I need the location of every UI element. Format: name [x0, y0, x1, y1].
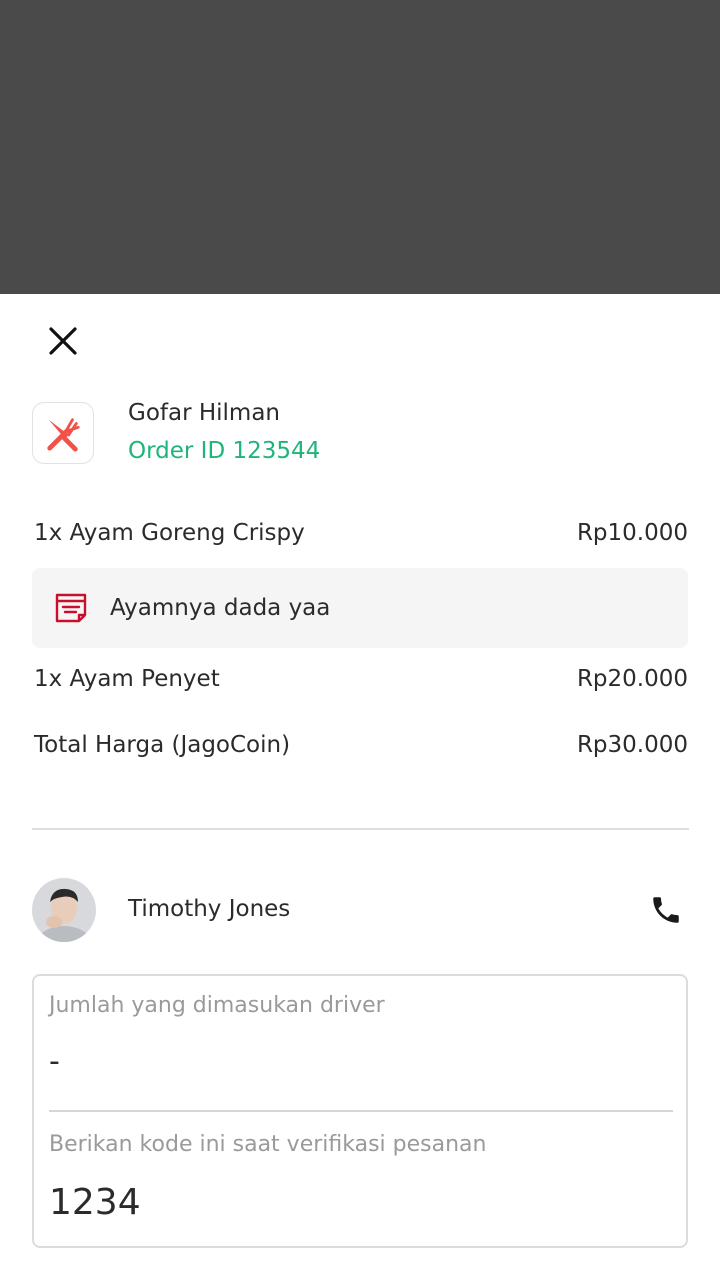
phone-icon [653, 897, 679, 923]
verification-card: Jumlah yang dimasukan driver - Berikan k… [32, 974, 688, 1248]
section-divider [32, 828, 689, 830]
card-divider [49, 1110, 673, 1112]
order-item-row: 1x Ayam Goreng Crispy Rp10.000 [34, 520, 688, 546]
note-text: Ayamnya dada yaa [110, 595, 331, 621]
merchant-name: Gofar Hilman [128, 400, 281, 426]
note-icon [55, 593, 87, 623]
avatar [32, 878, 96, 942]
close-button[interactable] [40, 318, 86, 364]
item-name: 1x Ayam Penyet [34, 666, 220, 692]
close-icon [49, 327, 77, 355]
total-value: Rp30.000 [576, 732, 688, 758]
order-item-row: 1x Ayam Penyet Rp20.000 [34, 666, 688, 692]
code-label: Berikan kode ini saat verifikasi pesanan [49, 1132, 487, 1157]
order-id: Order ID 123544 [128, 438, 321, 464]
verification-code: 1234 [49, 1182, 141, 1223]
total-row: Total Harga (JagoCoin) Rp30.000 [34, 732, 688, 758]
driver-name: Timothy Jones [128, 896, 291, 922]
amount-label: Jumlah yang dimasukan driver [49, 993, 385, 1018]
order-detail-sheet: Gofar Hilman Order ID 123544 1x Ayam Gor… [0, 294, 720, 1280]
fork-knife-icon [47, 418, 80, 452]
modal-backdrop[interactable] [0, 0, 720, 294]
amount-value: - [49, 1044, 60, 1079]
item-name: 1x Ayam Goreng Crispy [34, 520, 305, 546]
merchant-icon-box [32, 402, 94, 464]
item-price: Rp20.000 [576, 666, 688, 692]
item-price: Rp10.000 [576, 520, 688, 546]
item-note: Ayamnya dada yaa [32, 568, 688, 648]
call-driver-button[interactable] [644, 888, 688, 932]
total-label: Total Harga (JagoCoin) [34, 732, 291, 758]
